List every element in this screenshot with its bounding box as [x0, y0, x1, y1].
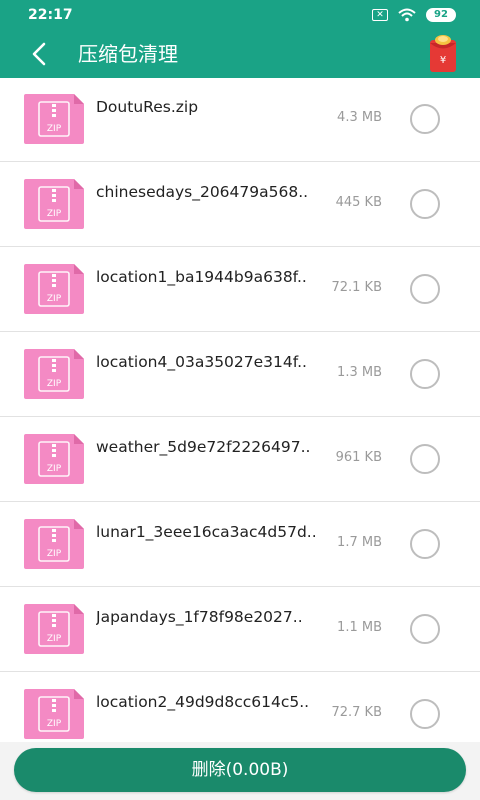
back-button[interactable] [22, 36, 58, 72]
file-name: location1_ba1944b9a638f.. [96, 268, 307, 286]
file-size: 1.7 MB [337, 535, 382, 550]
select-checkbox[interactable] [410, 189, 440, 219]
zip-file-icon: ZIP [24, 349, 84, 399]
select-checkbox[interactable] [410, 699, 440, 729]
file-size: 1.3 MB [337, 365, 382, 380]
select-checkbox[interactable] [410, 529, 440, 559]
status-icons: ✕ 92 [372, 8, 456, 22]
zip-label: ZIP [47, 294, 62, 304]
zip-file-icon: ZIP [24, 179, 84, 229]
zip-label: ZIP [47, 124, 62, 134]
file-row[interactable]: ZIP lunar1_3eee16ca3ac4d57d.. 1.7 MB [0, 503, 480, 587]
file-name: chinesedays_206479a568.. [96, 183, 309, 201]
select-checkbox[interactable] [410, 359, 440, 389]
file-name: DoutuRes.zip [96, 98, 199, 116]
status-bar: 22:17 ✕ 92 [0, 0, 480, 30]
status-time: 22:17 [28, 7, 73, 23]
file-name: Japandays_1f78f98e2027.. [96, 608, 303, 626]
zip-label: ZIP [47, 209, 62, 219]
file-size: 961 KB [335, 450, 382, 465]
page-title: 压缩包清理 [78, 42, 178, 66]
select-checkbox[interactable] [410, 104, 440, 134]
file-name: lunar1_3eee16ca3ac4d57d.. [96, 523, 317, 541]
zip-label: ZIP [47, 549, 62, 559]
file-row[interactable]: ZIP location2_49d9d8cc614c5.. 72.7 KB [0, 673, 480, 742]
title-bar: 压缩包清理 ¥ [0, 30, 480, 78]
zip-label: ZIP [47, 719, 62, 729]
bottom-bar: 删除(0.00B) [0, 742, 480, 800]
zip-label: ZIP [47, 634, 62, 644]
chevron-left-icon [32, 42, 46, 66]
no-sim-icon: ✕ [372, 9, 388, 21]
file-row[interactable]: ZIP Japandays_1f78f98e2027.. 1.1 MB [0, 588, 480, 672]
zip-label: ZIP [47, 379, 62, 389]
file-row[interactable]: ZIP DoutuRes.zip 4.3 MB [0, 78, 480, 162]
zip-file-icon: ZIP [24, 264, 84, 314]
zip-label: ZIP [47, 464, 62, 474]
file-name: location4_03a35027e314f.. [96, 353, 307, 371]
file-row[interactable]: ZIP location4_03a35027e314f.. 1.3 MB [0, 333, 480, 417]
file-name: weather_5d9e72f2226497.. [96, 438, 311, 456]
zip-file-icon: ZIP [24, 434, 84, 484]
file-size: 72.1 KB [331, 280, 382, 295]
battery-indicator: 92 [426, 8, 456, 22]
select-checkbox[interactable] [410, 274, 440, 304]
file-row[interactable]: ZIP weather_5d9e72f2226497.. 961 KB [0, 418, 480, 502]
select-checkbox[interactable] [410, 614, 440, 644]
zip-file-icon: ZIP [24, 604, 84, 654]
file-size: 445 KB [335, 195, 382, 210]
delete-button[interactable]: 删除(0.00B) [14, 748, 466, 792]
svg-text:¥: ¥ [440, 55, 446, 66]
zip-file-icon: ZIP [24, 519, 84, 569]
file-row[interactable]: ZIP chinesedays_206479a568.. 445 KB [0, 163, 480, 247]
file-list: ZIP DoutuRes.zip 4.3 MB ZIP chinesedays_2064… [0, 78, 480, 742]
file-size: 4.3 MB [337, 110, 382, 125]
file-size: 1.1 MB [337, 620, 382, 635]
red-envelope-icon: ¥ [430, 35, 456, 72]
select-checkbox[interactable] [410, 444, 440, 474]
file-row[interactable]: ZIP location1_ba1944b9a638f.. 72.1 KB [0, 248, 480, 332]
zip-file-icon: ZIP [24, 94, 84, 144]
zip-file-icon: ZIP [24, 689, 84, 739]
wifi-icon [398, 8, 416, 22]
red-packet-button[interactable]: ¥ [428, 34, 458, 74]
file-size: 72.7 KB [331, 705, 382, 720]
file-name: location2_49d9d8cc614c5.. [96, 693, 310, 711]
